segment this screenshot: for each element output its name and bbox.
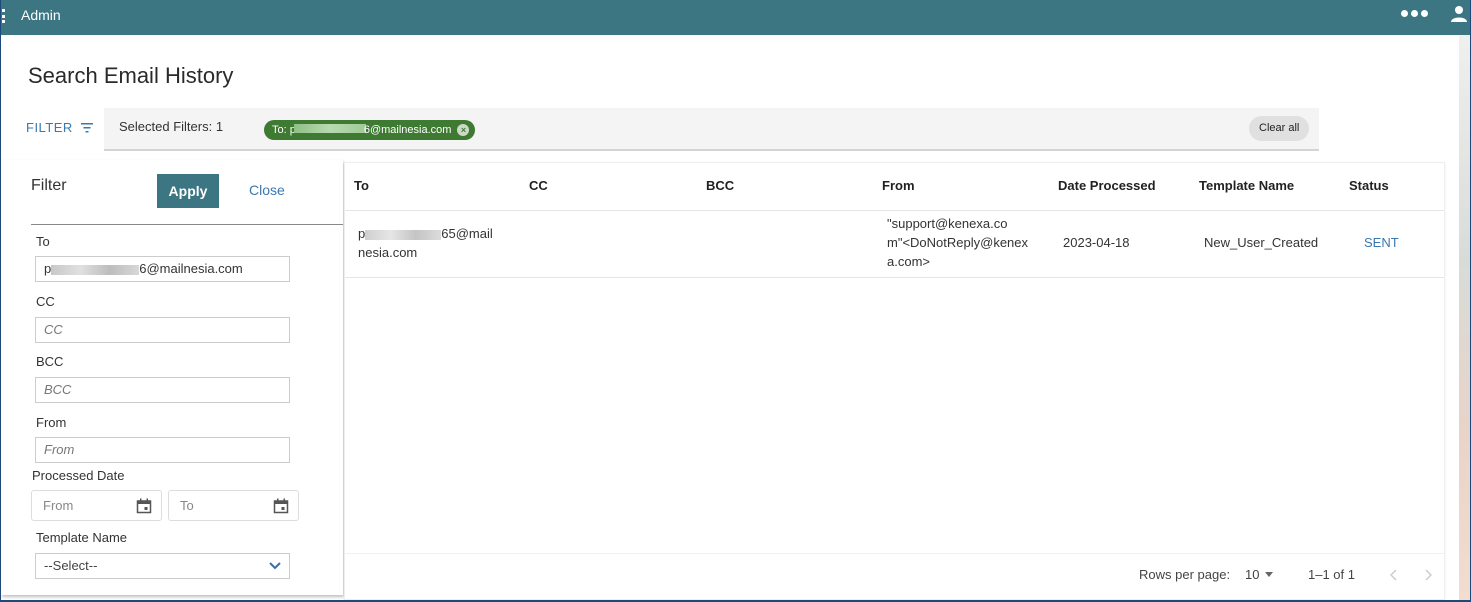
template-name-select[interactable]: --Select-- — [35, 553, 290, 579]
column-header-template-name[interactable]: Template Name — [1199, 178, 1294, 193]
to-value-prefix: p — [44, 261, 52, 276]
results-table: To CC BCC From Date Processed Template N… — [344, 162, 1445, 600]
divider — [31, 224, 343, 225]
app-window: Admin Search Email History FILTER Select… — [1, 0, 1470, 600]
next-page-icon[interactable] — [1424, 569, 1432, 581]
date-from-placeholder: From — [43, 498, 74, 513]
row-divider — [345, 277, 1444, 278]
template-name-selected: --Select-- — [44, 558, 98, 573]
cell-from-line: m"<DoNotReply@kenex — [887, 235, 1029, 250]
rows-per-page-label: Rows per page: — [1139, 567, 1231, 582]
redacted-text — [293, 124, 366, 133]
column-header-date-processed[interactable]: Date Processed — [1058, 178, 1156, 193]
chip-text-prefix: To: p — [272, 124, 296, 136]
calendar-icon[interactable] — [273, 498, 289, 514]
header-divider — [345, 210, 1444, 211]
date-from-picker[interactable]: From — [31, 490, 162, 521]
column-header-cc[interactable]: CC — [529, 178, 548, 193]
more-horizontal-icon[interactable] — [1401, 10, 1428, 17]
processed-date-label: Processed Date — [32, 468, 125, 483]
redacted-text — [51, 264, 140, 275]
status-badge: SENT — [1364, 235, 1399, 250]
rows-per-page-select[interactable]: 10 — [1245, 567, 1274, 582]
from-label: From — [36, 415, 67, 430]
rows-per-page-value: 10 — [1245, 567, 1260, 582]
template-name-label: Template Name — [36, 530, 128, 545]
chevron-down-icon — [269, 562, 281, 570]
page-title: Search Email History — [28, 63, 234, 88]
calendar-icon[interactable] — [136, 498, 152, 514]
background-strip — [1459, 35, 1470, 600]
filter-toggle-button[interactable]: FILTER — [26, 120, 93, 135]
to-prefix: p — [358, 226, 366, 241]
redacted-text — [365, 229, 442, 240]
column-header-status[interactable]: Status — [1349, 178, 1389, 193]
apply-button[interactable]: Apply — [157, 174, 219, 208]
top-bar: Admin — [1, 0, 1470, 35]
to-suffix: 65@mail — [441, 226, 493, 241]
cell-to-line2: nesia.com — [358, 245, 418, 260]
vertical-dots-icon[interactable] — [2, 9, 6, 23]
cc-label: CC — [36, 294, 55, 309]
column-header-to[interactable]: To — [354, 178, 369, 193]
date-to-picker[interactable]: To — [168, 490, 299, 521]
chip-text-suffix: 6@mailnesia.com — [363, 124, 452, 136]
cell-from-line: a.com> — [887, 254, 930, 269]
to-value-suffix: 6@mailnesia.com — [139, 261, 243, 276]
bcc-field[interactable]: BCC — [35, 377, 290, 403]
column-header-from[interactable]: From — [882, 178, 915, 193]
cell-to-line1: p 65@mail — [358, 224, 493, 243]
remove-chip-icon[interactable]: × — [457, 124, 470, 136]
caret-down-icon — [1265, 572, 1274, 577]
close-button[interactable]: Close — [249, 182, 285, 198]
previous-page-icon[interactable] — [1390, 569, 1398, 581]
filter-chip-label: To: p 6@mailnesia.com — [272, 124, 451, 136]
cell-template-name: New_User_Created — [1204, 235, 1319, 250]
filter-toggle-label: FILTER — [26, 120, 73, 135]
to-field[interactable]: p 6@mailnesia.com — [35, 256, 290, 282]
cell-from-line: "support@kenexa.co — [887, 216, 1008, 231]
footer-divider — [345, 553, 1444, 554]
filter-panel-title: Filter — [31, 177, 67, 194]
selected-filters-bar: Selected Filters: 1 To: p 6@mailnesia.com… — [104, 108, 1319, 151]
date-to-placeholder: To — [180, 498, 194, 513]
to-label: To — [36, 234, 50, 249]
pagination-range: 1–1 of 1 — [1308, 567, 1355, 582]
cc-field[interactable]: CC — [35, 317, 290, 343]
cell-to: p 65@mail nesia.com — [358, 224, 493, 262]
from-field[interactable]: From — [35, 437, 290, 463]
cell-from: "support@kenexa.co m"<DoNotReply@kenex a… — [887, 214, 1028, 271]
column-header-bcc[interactable]: BCC — [706, 178, 734, 193]
filter-icon — [80, 122, 93, 132]
bcc-label: BCC — [36, 354, 64, 369]
user-icon[interactable] — [1450, 5, 1468, 23]
clear-all-button[interactable]: Clear all — [1249, 116, 1310, 141]
filter-chip-to[interactable]: To: p 6@mailnesia.com × — [264, 120, 476, 140]
cell-date-processed: 2023-04-18 — [1063, 235, 1130, 250]
app-title: Admin — [21, 7, 61, 23]
selected-filters-count: Selected Filters: 1 — [119, 119, 224, 134]
